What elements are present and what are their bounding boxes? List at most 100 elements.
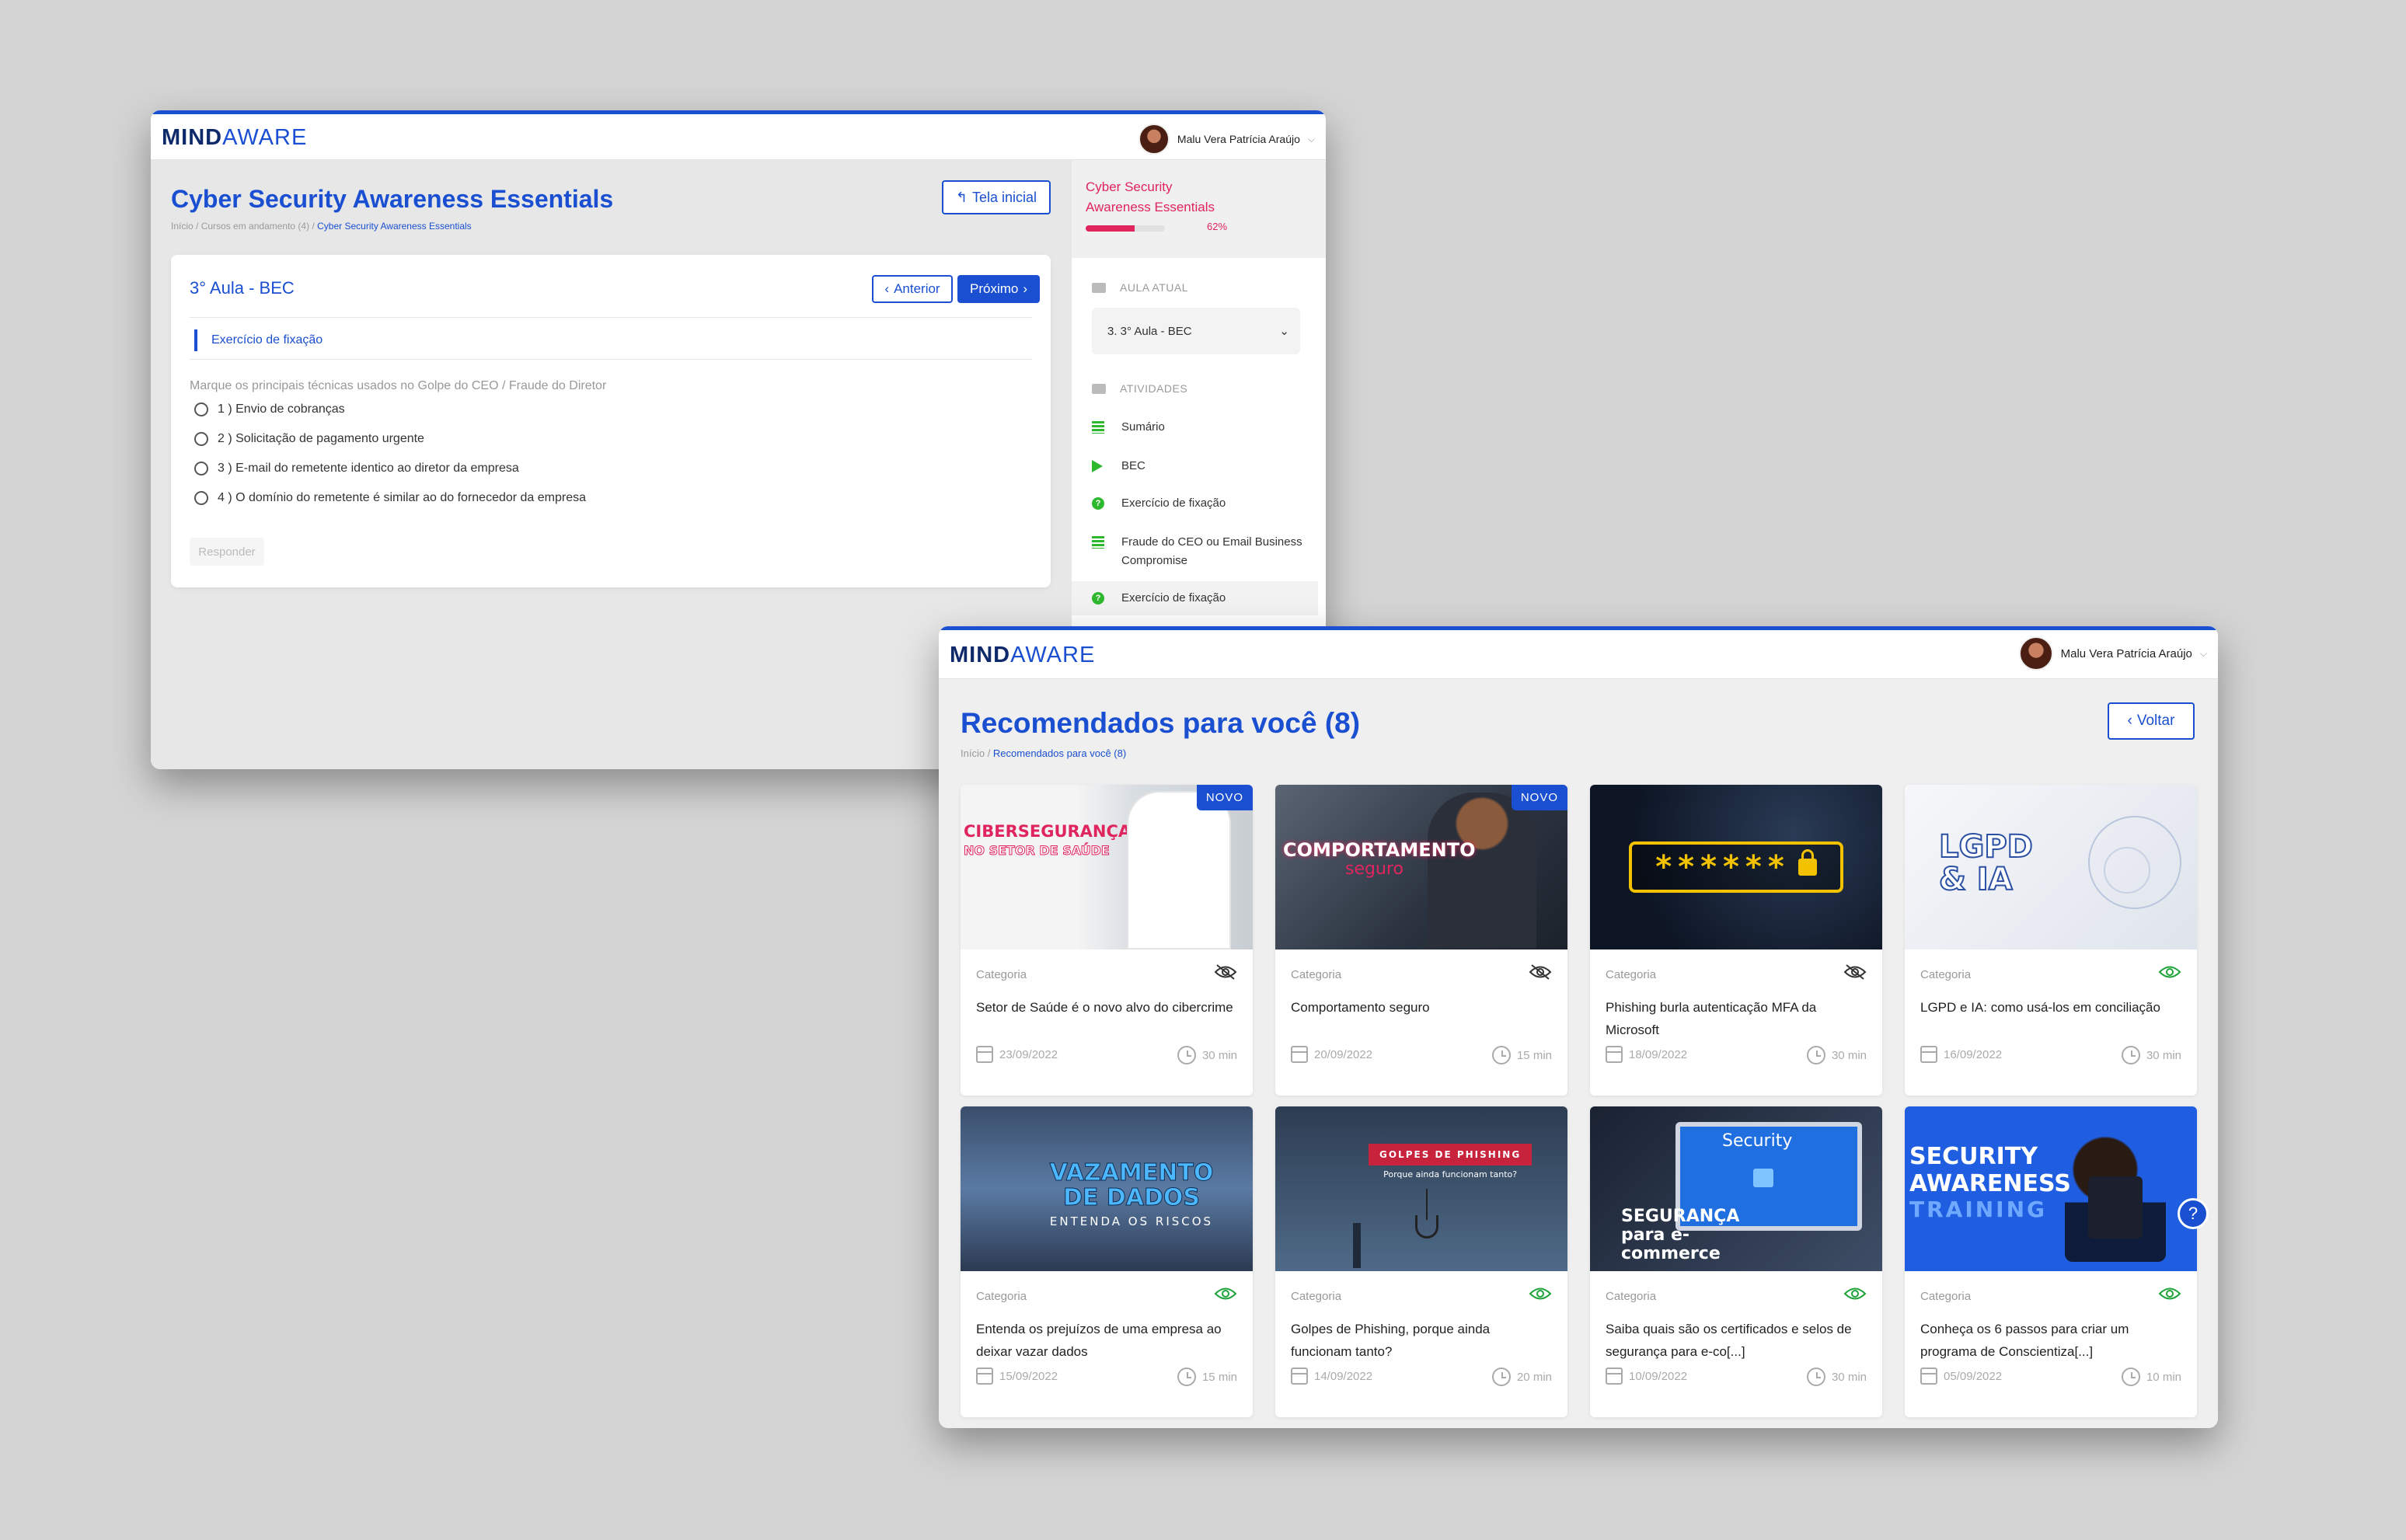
section-label: Exercício de fixação: [194, 329, 323, 351]
card-thumbnail: CIBERSEGURANÇA NO SETOR DE SAÚDE NOVO: [961, 785, 1253, 949]
lesson-card: 3° Aula - BEC ‹ Anterior Próximo › Exercíc…: [171, 255, 1051, 587]
card-duration: 15 min: [1491, 1046, 1552, 1064]
calendar-icon: [1606, 1368, 1623, 1385]
card-date: 23/09/2022: [976, 1046, 1058, 1063]
answer-button[interactable]: Responder: [190, 538, 264, 566]
breadcrumb-home[interactable]: Início: [961, 747, 985, 759]
eye-icon[interactable]: [1214, 1285, 1237, 1302]
calendar-icon: [1920, 1368, 1937, 1385]
user-menu[interactable]: Malu Vera Patrícia Araújo ⌵: [2018, 636, 2207, 671]
divider: [190, 317, 1032, 318]
help-icon[interactable]: ?: [2178, 1198, 2209, 1229]
answer-option[interactable]: 3 ) E-mail do remetente identico ao dire…: [194, 462, 519, 476]
card-category: Categoria: [1291, 1290, 1342, 1303]
user-name: Malu Vera Patrícia Araújo: [2060, 646, 2192, 660]
radio-button[interactable]: [194, 491, 208, 505]
course-card[interactable]: LGPD & IA Categoria LGPD e IA: como usá-…: [1905, 785, 2197, 1096]
card-duration: 30 min: [1806, 1046, 1867, 1064]
previous-button[interactable]: ‹ Anterior: [872, 275, 953, 303]
sidebar-item-summary[interactable]: Sumário: [1092, 418, 1318, 437]
course-card[interactable]: VAZAMENTO DE DADOS ENTENDA OS RISCOS Cat…: [961, 1106, 1253, 1417]
progress-percent: 62%: [1207, 221, 1228, 232]
card-date: 05/09/2022: [1920, 1368, 2002, 1385]
card-date: 16/09/2022: [1920, 1046, 2002, 1063]
clock-icon: [1806, 1046, 1825, 1064]
course-card[interactable]: CIBERSEGURANÇA NO SETOR DE SAÚDE NOVO Ca…: [961, 785, 1253, 1096]
home-screen-button[interactable]: ↰ Tela inicial: [942, 180, 1051, 214]
avatar: [1138, 124, 1170, 155]
card-category: Categoria: [1606, 1290, 1657, 1303]
course-card[interactable]: COMPORTAMENTO seguro NOVO Categoria Comp…: [1275, 785, 1567, 1096]
card-title: Entenda os prejuízos de uma empresa ao d…: [976, 1322, 1222, 1359]
radio-button[interactable]: [194, 432, 208, 446]
play-icon: [1092, 460, 1103, 472]
avatar: [2018, 636, 2053, 671]
card-date: 18/09/2022: [1606, 1046, 1687, 1063]
breadcrumb-home[interactable]: Início: [171, 221, 194, 232]
activities-icon: [1092, 383, 1106, 394]
sidebar-course-title: Cyber Security Awareness Essentials: [1086, 179, 1215, 214]
breadcrumb-current: Recomendados para você (8): [992, 747, 1127, 759]
card-date: 14/09/2022: [1291, 1368, 1372, 1385]
new-badge: NOVO: [1511, 785, 1567, 810]
back-button[interactable]: ‹ Voltar: [2108, 702, 2195, 740]
card-title: Setor de Saúde é o novo alvo do cibercri…: [976, 1000, 1233, 1015]
course-card[interactable]: ****** Categoria Phishing burla autentic…: [1590, 785, 1882, 1096]
breadcrumb: Início / Recomendados para você (8): [961, 747, 1127, 759]
calendar-icon: [1606, 1046, 1623, 1063]
sidebar-item-ceo-fraud[interactable]: Fraude do CEO ou Email Business Compromi…: [1092, 533, 1318, 570]
chevron-right-icon: ›: [1023, 281, 1028, 296]
answer-option[interactable]: 4 ) O domínio do remetente é similar ao …: [194, 491, 586, 505]
radio-button[interactable]: [194, 402, 208, 416]
card-date: 20/09/2022: [1291, 1046, 1372, 1063]
eye-off-icon[interactable]: [1843, 963, 1867, 981]
next-button[interactable]: Próximo ›: [957, 275, 1040, 303]
course-card[interactable]: SECURITY AWARENESS TRAINING Categoria Co…: [1905, 1106, 2197, 1417]
radio-button[interactable]: [194, 462, 208, 476]
card-title: Comportamento seguro: [1291, 1000, 1430, 1015]
card-thumbnail: GOLPES DE PHISHING Porque ainda funciona…: [1275, 1106, 1567, 1271]
user-menu[interactable]: Malu Vera Patrícia Araújo ⌵: [1138, 124, 1315, 155]
sidebar-item-bec[interactable]: BEC: [1092, 457, 1318, 476]
eye-icon[interactable]: [2158, 1285, 2181, 1302]
calendar-icon: [1291, 1046, 1308, 1063]
clock-icon: [1491, 1368, 1511, 1386]
recommendations-window: MINDAWARE Malu Vera Patrícia Araújo ⌵ Re…: [939, 626, 2218, 1428]
card-category: Categoria: [1606, 968, 1657, 981]
chevron-left-icon: ‹: [2127, 713, 2132, 729]
lock-icon: [1798, 849, 1817, 876]
current-lesson-label: AULA ATUAL: [1092, 281, 1188, 294]
eye-off-icon[interactable]: [1214, 963, 1237, 981]
breadcrumb-courses[interactable]: Cursos em andamento (4): [201, 221, 309, 232]
lesson-title: 3° Aula - BEC: [190, 278, 295, 298]
course-content: Cyber Security Awareness Essentials Iníc…: [151, 160, 1072, 769]
course-card[interactable]: GOLPES DE PHISHING Porque ainda funciona…: [1275, 1106, 1567, 1417]
breadcrumb-current: Cyber Security Awareness Essentials: [317, 221, 472, 232]
sidebar-item-exercise[interactable]: ? Exercício de fixação: [1092, 494, 1318, 513]
mindaware-logo[interactable]: MINDAWARE: [950, 639, 1095, 671]
current-lesson-select[interactable]: 3. 3° Aula - BEC ⌄: [1092, 308, 1300, 354]
progress-bar: [1086, 225, 1165, 232]
card-title: Conheça os 6 passos para criar um progra…: [1920, 1322, 2129, 1359]
card-title: Saiba quais são os certificados e selos …: [1606, 1322, 1852, 1359]
card-date: 15/09/2022: [976, 1368, 1058, 1385]
card-duration: 20 min: [1491, 1368, 1552, 1386]
card-duration: 10 min: [2121, 1368, 2181, 1386]
card-duration: 30 min: [1806, 1368, 1867, 1386]
eye-icon[interactable]: [2158, 963, 2181, 981]
sidebar-item-exercise-active[interactable]: ? Exercício de fixação: [1072, 581, 1318, 615]
clock-icon: [1177, 1046, 1196, 1064]
card-duration: 15 min: [1177, 1368, 1237, 1386]
question-text: Marque os principais técnicas usados no …: [190, 379, 607, 392]
eye-icon[interactable]: [1529, 1285, 1552, 1302]
card-category: Categoria: [976, 968, 1027, 981]
course-card[interactable]: Security SEGURANÇA para e-commerce Categ…: [1590, 1106, 1882, 1417]
eye-off-icon[interactable]: [1529, 963, 1552, 981]
page-title: Recomendados para você (8): [961, 707, 1361, 739]
top-bar: MINDAWARE Malu Vera Patrícia Araújo ⌵: [939, 626, 2218, 679]
answer-option[interactable]: 2 ) Solicitação de pagamento urgente: [194, 432, 424, 446]
mindaware-logo[interactable]: MINDAWARE: [162, 122, 307, 153]
eye-icon[interactable]: [1843, 1285, 1867, 1302]
answer-option[interactable]: 1 ) Envio de cobranças: [194, 402, 345, 416]
card-thumbnail: COMPORTAMENTO seguro NOVO: [1275, 785, 1567, 949]
